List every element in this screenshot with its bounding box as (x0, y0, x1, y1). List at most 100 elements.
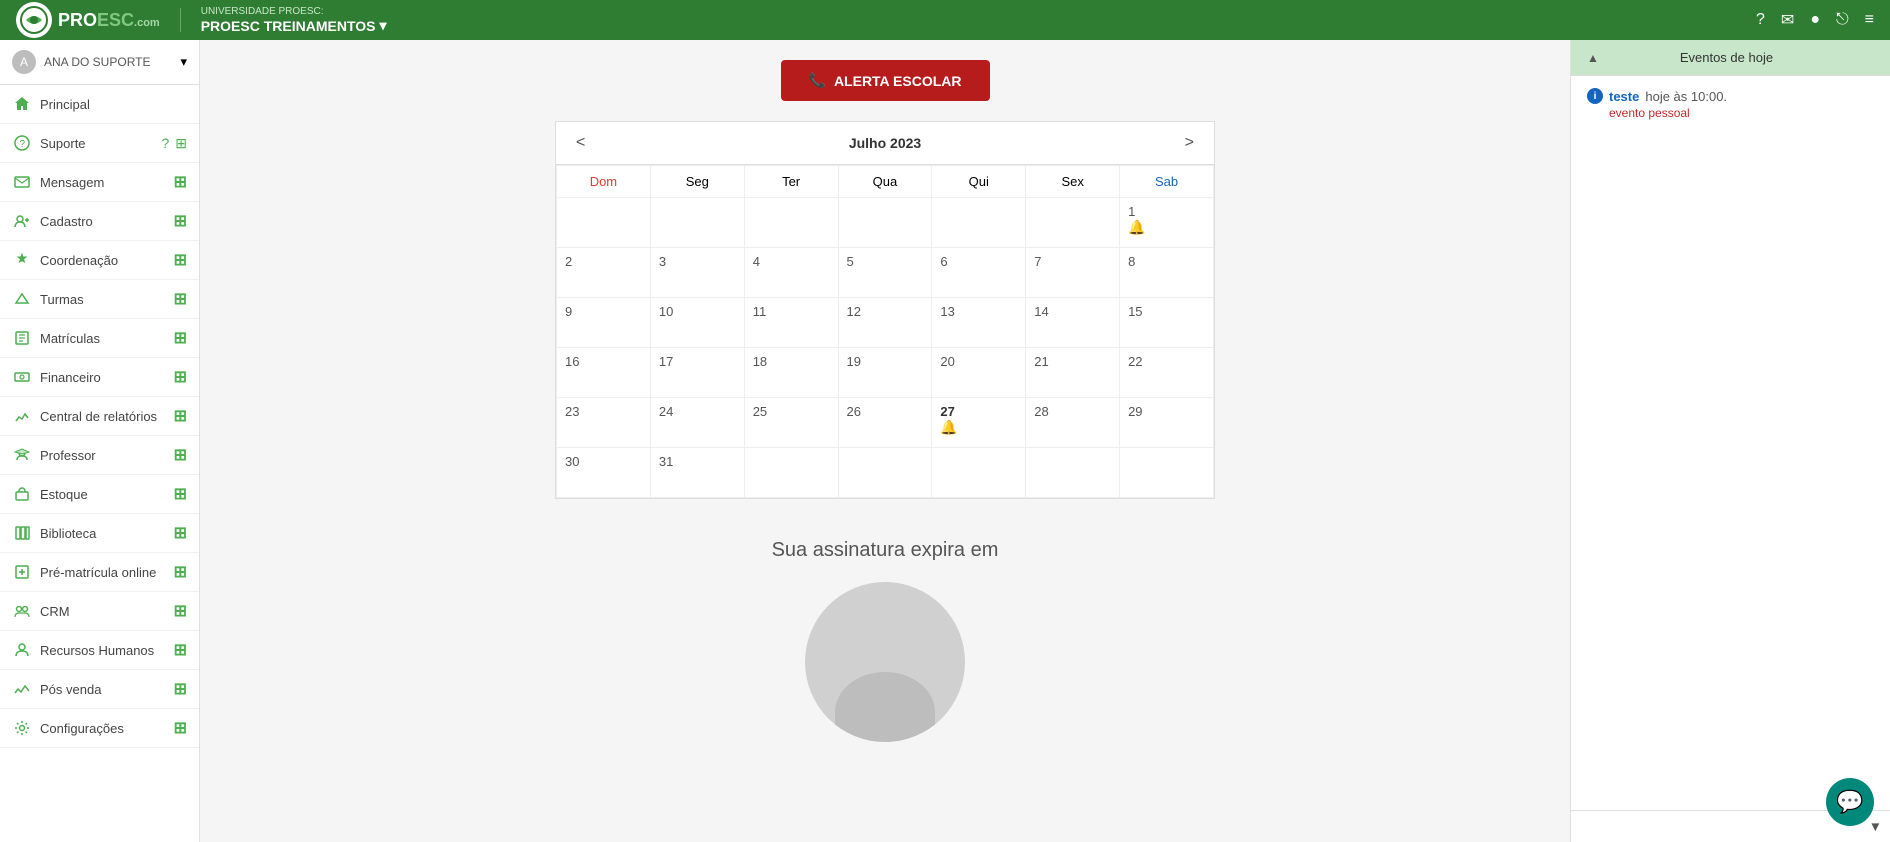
relatorios-add-icon[interactable]: ⊞ (174, 406, 187, 426)
day-cell: 6 (932, 248, 1026, 298)
day-cell: 3 (650, 248, 744, 298)
crm-icon (12, 601, 32, 621)
matriculas-add-icon[interactable]: ⊞ (174, 328, 187, 348)
topbar-right: ? ✉ ● ⎋ ≡ (1756, 10, 1874, 30)
sidebar-item-suporte[interactable]: ? Suporte ? ⊞ (0, 124, 199, 163)
event-info-icon: i (1587, 88, 1603, 104)
sidebar-item-biblioteca[interactable]: Biblioteca ⊞ (0, 514, 199, 553)
user-chevron: ▾ (180, 54, 187, 70)
events-body: i teste hoje às 10:00. evento pessoal (1571, 76, 1890, 810)
calendar-next-button[interactable]: > (1177, 130, 1202, 156)
help-icon[interactable]: ? (1756, 11, 1765, 29)
day-cell: 4 (744, 248, 838, 298)
events-scroll-up-button[interactable]: ▲ (1587, 51, 1599, 65)
crm-add-icon[interactable]: ⊞ (174, 601, 187, 621)
financeiro-icon (12, 367, 32, 387)
pos-venda-add-icon[interactable]: ⊞ (174, 679, 187, 699)
biblioteca-label: Biblioteca (40, 526, 166, 541)
topbar-left: PROESC.com UNIVERSIDADE PROESC: PROESC T… (16, 2, 387, 38)
financeiro-label: Financeiro (40, 370, 166, 385)
day-cell: 17 (650, 348, 744, 398)
pre-matricula-label: Pré-matrícula online (40, 565, 166, 580)
table-row: 9 10 11 12 13 14 15 (557, 298, 1214, 348)
calendar-header: < Julho 2023 > (556, 122, 1214, 165)
pre-matricula-add-icon[interactable]: ⊞ (174, 562, 187, 582)
pos-venda-label: Pós venda (40, 682, 166, 697)
sidebar-item-rh[interactable]: Recursos Humanos ⊞ (0, 631, 199, 670)
day-cell: 30 (557, 448, 651, 498)
layout: A ANA DO SUPORTE ▾ Principal ? Suporte ?… (0, 40, 1890, 842)
sidebar-item-mensagem[interactable]: Mensagem ⊞ (0, 163, 199, 202)
mail-icon[interactable]: ✉ (1781, 10, 1794, 30)
day-cell (744, 198, 838, 248)
logout-icon[interactable]: ⎋ (1836, 11, 1849, 29)
sidebar-item-configuracoes[interactable]: Configurações ⊞ (0, 709, 199, 748)
support-add-icon[interactable]: ⊞ (175, 135, 187, 152)
sidebar-item-coordenacao[interactable]: Coordenação ⊞ (0, 241, 199, 280)
financeiro-add-icon[interactable]: ⊞ (174, 367, 187, 387)
weekday-sex: Sex (1026, 166, 1120, 198)
biblioteca-add-icon[interactable]: ⊞ (174, 523, 187, 543)
cadastro-add-icon[interactable]: ⊞ (174, 211, 187, 231)
alert-label: ALERTA ESCOLAR (834, 73, 962, 89)
sidebar-item-pos-venda[interactable]: Pós venda ⊞ (0, 670, 199, 709)
alerta-escolar-button[interactable]: 📞 ALERTA ESCOLAR (781, 60, 990, 101)
sidebar-item-estoque[interactable]: Estoque ⊞ (0, 475, 199, 514)
day-cell: 5 (838, 248, 932, 298)
topbar: PROESC.com UNIVERSIDADE PROESC: PROESC T… (0, 0, 1890, 40)
sidebar-item-principal[interactable]: Principal (0, 85, 199, 124)
day-cell (650, 198, 744, 248)
coordenacao-add-icon[interactable]: ⊞ (174, 250, 187, 270)
weekday-qua: Qua (838, 166, 932, 198)
day-cell: 19 (838, 348, 932, 398)
pre-matricula-icon (12, 562, 32, 582)
table-row: 30 31 (557, 448, 1214, 498)
subscription-section: Sua assinatura expira em (772, 529, 999, 742)
day-cell: 14 (1026, 298, 1120, 348)
estoque-add-icon[interactable]: ⊞ (174, 484, 187, 504)
mensagem-label: Mensagem (40, 175, 166, 190)
sidebar-item-crm[interactable]: CRM ⊞ (0, 592, 199, 631)
day-cell: 1🔔 (1120, 198, 1214, 248)
matriculas-label: Matrículas (40, 331, 166, 346)
configuracoes-add-icon[interactable]: ⊞ (174, 718, 187, 738)
day-cell (744, 448, 838, 498)
subscription-avatar (805, 582, 965, 742)
configuracoes-label: Configurações (40, 721, 166, 736)
sidebar-item-professor[interactable]: Professor ⊞ (0, 436, 199, 475)
sidebar-item-label: Principal (40, 97, 187, 112)
mensagem-add-icon[interactable]: ⊞ (174, 172, 187, 192)
logo-text: PROESC.com (58, 10, 160, 31)
user-icon[interactable]: ● (1810, 11, 1820, 29)
sidebar-user[interactable]: A ANA DO SUPORTE ▾ (0, 40, 199, 85)
menu-icon[interactable]: ≡ (1865, 11, 1874, 29)
day-cell (838, 448, 932, 498)
table-row: 1🔔 (557, 198, 1214, 248)
turmas-add-icon[interactable]: ⊞ (174, 289, 187, 309)
configuracoes-icon (12, 718, 32, 738)
sidebar-item-pre-matricula[interactable]: Pré-matrícula online ⊞ (0, 553, 199, 592)
sidebar-item-financeiro[interactable]: Financeiro ⊞ (0, 358, 199, 397)
bell-icon: 🔔 (940, 419, 1017, 436)
calendar-prev-button[interactable]: < (568, 130, 593, 156)
rh-add-icon[interactable]: ⊞ (174, 640, 187, 660)
day-cell: 29 (1120, 398, 1214, 448)
chat-button[interactable]: 💬 (1826, 778, 1874, 826)
turmas-icon (12, 289, 32, 309)
professor-add-icon[interactable]: ⊞ (174, 445, 187, 465)
sidebar-item-relatorios[interactable]: Central de relatórios ⊞ (0, 397, 199, 436)
cadastro-icon (12, 211, 32, 231)
sidebar-item-turmas[interactable]: Turmas ⊞ (0, 280, 199, 319)
day-cell-today: 27🔔 (932, 398, 1026, 448)
sidebar-item-cadastro[interactable]: Cadastro ⊞ (0, 202, 199, 241)
events-scroll-down-button[interactable]: ▼ (1869, 819, 1882, 834)
event-title-row: i teste hoje às 10:00. (1587, 88, 1874, 104)
day-cell (932, 448, 1026, 498)
day-cell: 8 (1120, 248, 1214, 298)
event-time: hoje às 10:00. (1645, 89, 1727, 104)
day-cell (1026, 448, 1120, 498)
sidebar-item-matriculas[interactable]: Matrículas ⊞ (0, 319, 199, 358)
support-help-icon[interactable]: ? (161, 135, 169, 151)
estoque-label: Estoque (40, 487, 166, 502)
phone-icon: 📞 (809, 72, 826, 89)
